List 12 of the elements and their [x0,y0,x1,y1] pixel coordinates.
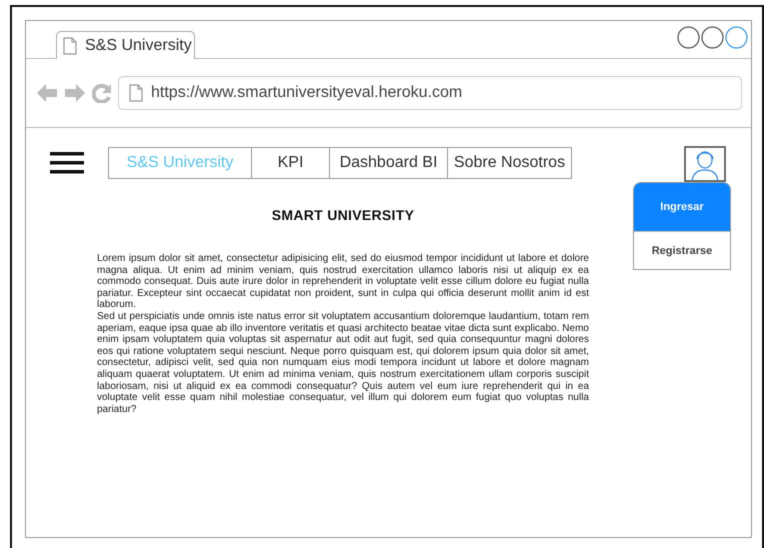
page-heading: SMART UNIVERSITY [270,207,416,223]
browser-tab[interactable]: S&S University [56,31,195,59]
body-paragraph: Lorem ipsum dolor sit amet, consectetur adipisicing elit, sed do eiusmod tempor incididunt ut labore et dolore magna aliqua. Ut enim ad minim veniam, quis nostrud exercitation ullamco laboris nisi ut aliquip ex ea commodo consequat. Duis aute irure dolor in reprehenderit in voluptate velit esse cillum dolore eu fugiat nulla pariatur. Excepteur sint occaecat cupidatat non proident, sunt in culpa qui officia deserunt mollit anim id est laborum. [97,253,589,311]
body-paragraph: Sed ut perspiciatis unde omnis iste natus error sit voluptatem accusantium doloremque laudantium, totam rem aperiam, eaque ipsa quae ab illo inventore veritatis et quasi architecto beatae vitae dicta sunt explicabo. Nemo enim ipsam voluptatem quia voluptas sit aspernatur aut odit aut fugit, sed quia consequuntur magni dolores eos qui ratione voluptatem sequi nesciunt. Neque porro quisquam est, qui dolorem ipsum quia dolor sit amet, consectetur, adipisci velit, sed quia non numquam eius modi tempora incidunt ut labore et dolore magnam aliquam quaerat voluptatem. Ut enim ad minima veniam, quis nostrum exercitationem ullam corporis suscipit laboriosam, nisi ut aliquid ex ea commodi consequatur? Quis autem vel eum iure reprehenderit qui in ea voluptate velit esse quam nihil molestiae consequatur, vel illum qui dolorem eum fugiat quo voluptas nulla pariatur? [97,310,589,416]
address-field[interactable]: https://www.smartuniversityeval.heroku.com [118,76,742,110]
window-control-icon[interactable] [701,26,724,49]
avatar-icon[interactable] [684,146,726,182]
menu-item[interactable]: Ingresar [634,183,730,231]
page-icon [129,84,143,102]
page-icon [63,36,77,54]
window-control-icon[interactable] [677,26,700,49]
menu-icon[interactable] [50,151,84,175]
